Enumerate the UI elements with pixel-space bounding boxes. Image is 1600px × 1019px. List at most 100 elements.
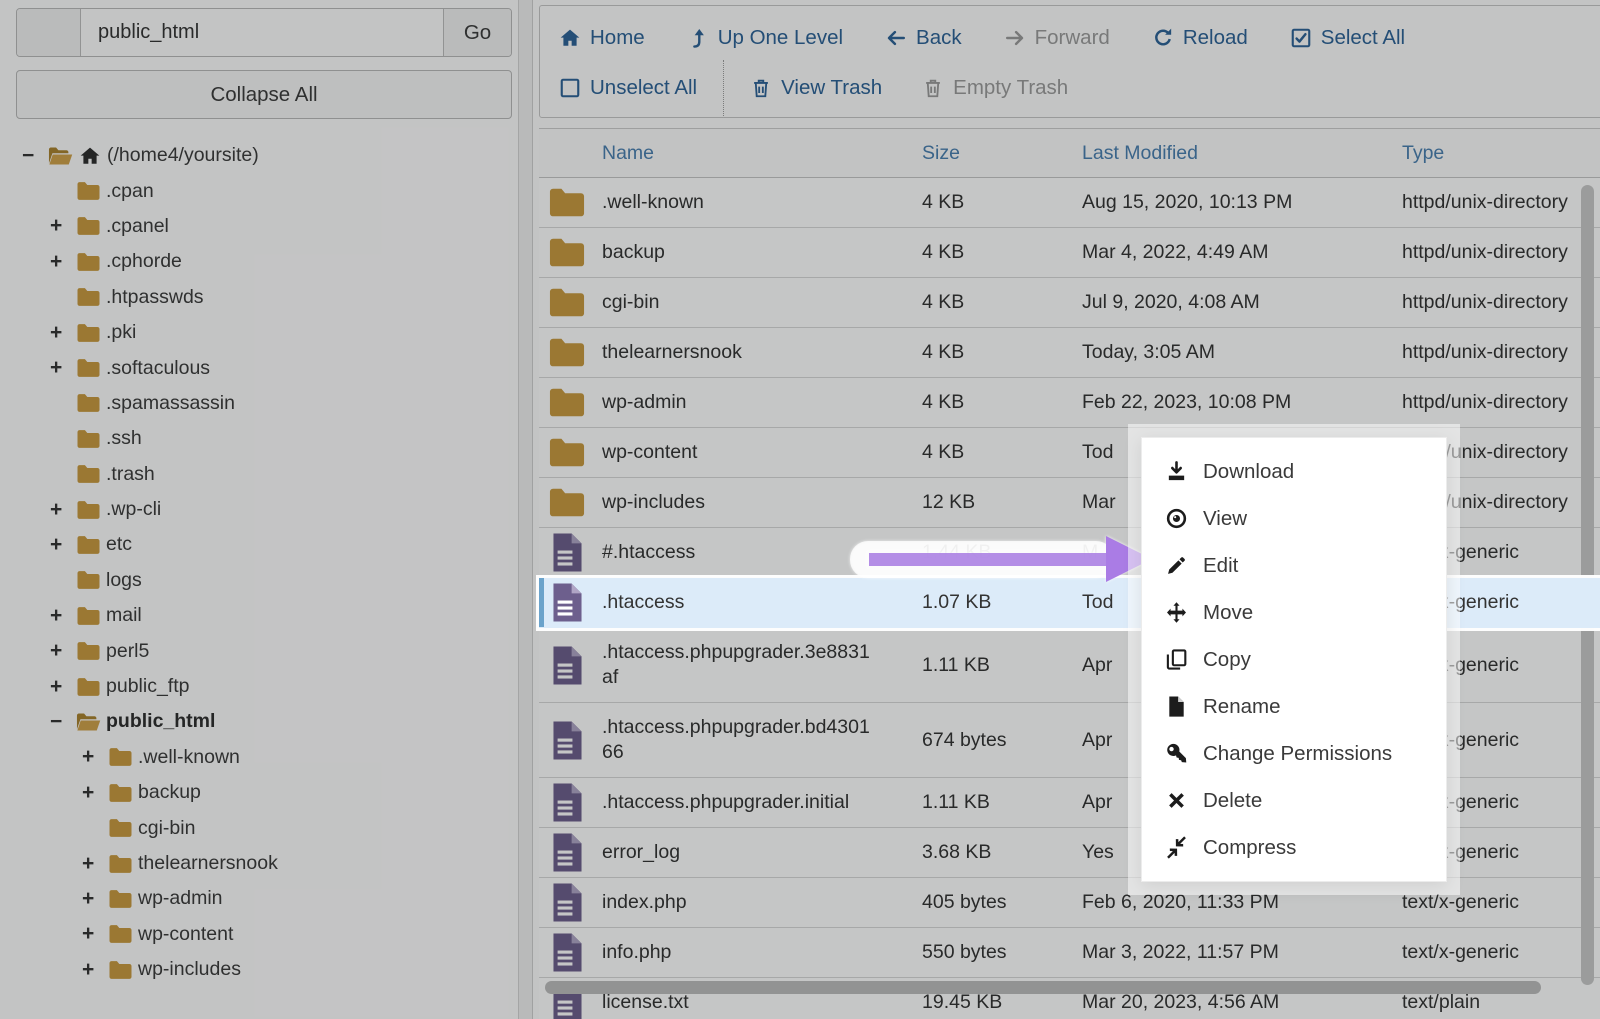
file-type-cell: httpd/unix-directory xyxy=(1395,241,1600,264)
toolbar-button-label: Reload xyxy=(1183,26,1248,50)
tree-minus-toggle[interactable]: − xyxy=(22,144,48,168)
table-row[interactable]: backup4 KBMar 4, 2022, 4:49 AMhttpd/unix… xyxy=(539,228,1600,278)
tree-plus-toggle[interactable]: + xyxy=(50,214,76,238)
view-trash-icon xyxy=(750,77,772,99)
sidebar-home-button[interactable] xyxy=(17,9,81,56)
tree-plus-toggle[interactable]: + xyxy=(50,321,76,345)
tree-item[interactable]: +mail xyxy=(0,598,518,633)
tree-plus-toggle[interactable]: + xyxy=(82,958,108,982)
sidebar-splitter[interactable] xyxy=(518,0,533,1019)
menu-item-delete[interactable]: Delete xyxy=(1142,777,1446,824)
tree-plus-toggle[interactable]: + xyxy=(50,604,76,628)
toolbar-reload-button[interactable]: Reload xyxy=(1152,26,1248,50)
tree-plus-toggle[interactable]: + xyxy=(82,922,108,946)
tree-plus-toggle[interactable]: + xyxy=(50,498,76,522)
tree-plus-toggle[interactable]: + xyxy=(50,356,76,380)
column-header-type[interactable]: Type xyxy=(1395,142,1600,165)
toolbar-unselect-all-button[interactable]: Unselect All xyxy=(559,76,697,100)
tree-plus-toggle[interactable]: + xyxy=(82,745,108,769)
file-name-cell: .htaccess.phpupgrader.bd430166 xyxy=(595,703,915,777)
tree-item-label: wp-includes xyxy=(138,958,241,981)
tree-item[interactable]: +.cpanel xyxy=(0,209,518,244)
menu-item-move[interactable]: Move xyxy=(1142,589,1446,636)
table-row[interactable]: .well-known4 KBAug 15, 2020, 10:13 PMhtt… xyxy=(539,178,1600,228)
table-row[interactable]: thelearnersnook4 KBToday, 3:05 AMhttpd/u… xyxy=(539,328,1600,378)
table-row[interactable]: info.php550 bytesMar 3, 2022, 11:57 PMte… xyxy=(539,928,1600,978)
toolbar-forward-button[interactable]: Forward xyxy=(1004,26,1110,50)
context-menu: DownloadViewEditMoveCopyRenameChange Per… xyxy=(1141,437,1447,882)
toolbar-select-all-button[interactable]: Select All xyxy=(1290,26,1405,50)
tree-folder-icon-wrap xyxy=(76,677,106,697)
toolbar-view-trash-button[interactable]: View Trash xyxy=(750,76,882,100)
tree-item[interactable]: .trash xyxy=(0,457,518,492)
menu-item-view[interactable]: View xyxy=(1142,495,1446,542)
toolbar-back-button[interactable]: Back xyxy=(885,26,962,50)
tree-item[interactable]: +.softaculous xyxy=(0,350,518,385)
menu-item-compress[interactable]: Compress xyxy=(1142,824,1446,871)
tree-item[interactable]: + wp-includes xyxy=(0,952,518,987)
toolbar-empty-trash-button[interactable]: Empty Trash xyxy=(922,76,1068,100)
tree-item[interactable]: +.cphorde xyxy=(0,244,518,279)
tree-minus-toggle[interactable]: − xyxy=(50,710,76,734)
toolbar-home-button[interactable]: Home xyxy=(559,26,645,50)
menu-item-copy[interactable]: Copy xyxy=(1142,636,1446,683)
folder-icon xyxy=(76,535,101,555)
tree-item[interactable]: +wp-admin xyxy=(0,881,518,916)
tree-plus-toggle[interactable]: + xyxy=(50,675,76,699)
tree-item[interactable]: +wp-content xyxy=(0,917,518,952)
tree-item[interactable]: +thelearnersnook xyxy=(0,846,518,881)
menu-item-label: Delete xyxy=(1203,789,1262,813)
column-header-size[interactable]: Size xyxy=(915,142,1075,165)
tree-item[interactable]: +perl5 xyxy=(0,633,518,668)
tree-plus-toggle[interactable]: + xyxy=(50,639,76,663)
tree-item[interactable]: +.wp-cli xyxy=(0,492,518,527)
tree-item[interactable]: cgi-bin xyxy=(0,810,518,845)
table-row[interactable]: wp-admin4 KBFeb 22, 2023, 10:08 PMhttpd/… xyxy=(539,378,1600,428)
tree-item[interactable]: .ssh xyxy=(0,421,518,456)
tree-item[interactable]: +backup xyxy=(0,775,518,810)
tree-item[interactable]: .htpasswds xyxy=(0,280,518,315)
reload-icon xyxy=(1152,27,1174,49)
table-header: NameSizeLast ModifiedType xyxy=(539,128,1600,178)
menu-item-download[interactable]: Download xyxy=(1142,448,1446,495)
tree-plus-toggle[interactable]: + xyxy=(82,852,108,876)
folder-icon-cell xyxy=(548,387,586,418)
tree-item[interactable]: +public_ftp xyxy=(0,669,518,704)
table-row[interactable]: index.php405 bytesFeb 6, 2020, 11:33 PMt… xyxy=(539,878,1600,928)
tree-plus-toggle[interactable]: + xyxy=(50,250,76,274)
tree-item[interactable]: −public_html xyxy=(0,704,518,739)
tree-item-label: cgi-bin xyxy=(138,817,195,840)
horizontal-scrollbar[interactable] xyxy=(545,981,1541,994)
path-input[interactable] xyxy=(81,9,443,56)
folder-icon xyxy=(548,187,586,218)
tree-item[interactable]: logs xyxy=(0,563,518,598)
tree-item[interactable]: +.pki xyxy=(0,315,518,350)
tree-plus-toggle[interactable]: + xyxy=(82,781,108,805)
toolbar-button-label: Select All xyxy=(1321,26,1405,50)
collapse-all-button[interactable]: Collapse All xyxy=(16,70,512,119)
column-header-last-modified[interactable]: Last Modified xyxy=(1075,142,1395,165)
toolbar-up-one-level-button[interactable]: Up One Level xyxy=(687,26,843,50)
go-button[interactable]: Go xyxy=(443,9,511,56)
tree-item[interactable]: .cpan xyxy=(0,173,518,208)
tree-item[interactable]: +.well-known xyxy=(0,740,518,775)
folder-icon xyxy=(548,287,586,318)
tree-item[interactable]: −(/home4/yoursite) xyxy=(0,138,518,173)
tree-item[interactable]: .spamassassin xyxy=(0,386,518,421)
tree-plus-toggle[interactable]: + xyxy=(50,533,76,557)
delete-icon xyxy=(1165,789,1188,812)
menu-item-change-permissions[interactable]: Change Permissions xyxy=(1142,730,1446,777)
tree-item[interactable]: +etc xyxy=(0,527,518,562)
file-type-cell: httpd/unix-directory xyxy=(1395,391,1600,414)
column-header-name[interactable]: Name xyxy=(595,142,915,165)
file-icon xyxy=(551,782,584,823)
tree-folder-icon-wrap xyxy=(48,146,78,166)
forward-icon xyxy=(1004,27,1026,49)
menu-item-edit[interactable]: Edit xyxy=(1142,542,1446,589)
toolbar-button-label: View Trash xyxy=(781,76,882,100)
table-row[interactable]: cgi-bin4 KBJul 9, 2020, 4:08 AMhttpd/uni… xyxy=(539,278,1600,328)
tree-item-label: .cpan xyxy=(106,180,154,203)
menu-item-rename[interactable]: Rename xyxy=(1142,683,1446,730)
folder-icon xyxy=(108,889,133,909)
tree-plus-toggle[interactable]: + xyxy=(82,887,108,911)
